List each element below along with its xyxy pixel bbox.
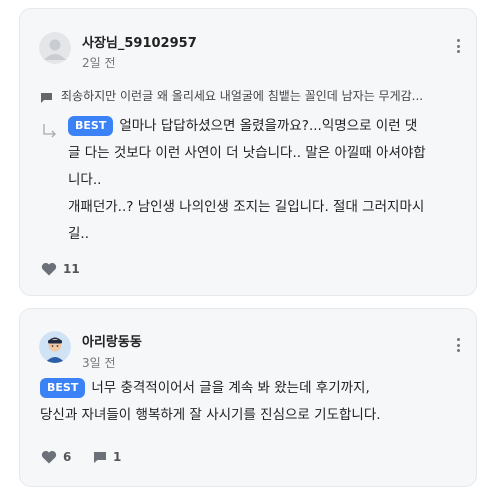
like-button[interactable]: 6: [41, 450, 71, 464]
comment-icon: [94, 451, 106, 463]
avatar[interactable]: [39, 32, 71, 64]
like-button[interactable]: 11: [41, 262, 80, 276]
comment-card: 사장님_59102957 2일 전 죄송하지만 이런글 왜 올리세요 내얼굴에 …: [19, 8, 477, 296]
reply-count: 1: [113, 450, 122, 464]
more-options-icon[interactable]: [452, 36, 464, 56]
comment-text: 너무 충격적이어서 글을 계속 봐 왔는데 후기까지,: [91, 380, 370, 396]
comment-author[interactable]: 사장님_59102957: [82, 32, 197, 51]
like-count: 6: [63, 450, 72, 464]
reply-arrow-icon: [42, 123, 58, 143]
comment-line: 니다..: [68, 172, 102, 188]
comment-card: 아리랑동동 3일 전 BEST 너무 충격적이어서 글을 계속 봐 왔는데 후기까…: [19, 308, 477, 487]
comment-line: BEST 얼마나 답답하셨으면 올렸을까요?...익명으로 이런 댓: [68, 113, 460, 140]
quoted-comment[interactable]: 죄송하지만 이런글 왜 올리세요 내얼굴에 침뱉는 꼴인데 남자는 무게감...: [61, 87, 461, 104]
best-badge: BEST: [68, 116, 114, 136]
best-badge: BEST: [40, 378, 86, 398]
comment-body: BEST 너무 충격적이어서 글을 계속 봐 왔는데 후기까지, 당신과 자녀들이…: [40, 375, 460, 429]
avatar[interactable]: [39, 331, 71, 363]
comment-line: 개패던가..? 남인생 나의인생 조지는 길입니다. 절대 그러지마시: [68, 199, 425, 215]
comment-author[interactable]: 아리랑동동: [82, 331, 142, 350]
comment-time: 2일 전: [82, 56, 116, 70]
comment-line: 길..: [68, 226, 90, 242]
comment-time: 3일 전: [82, 356, 116, 370]
more-options-icon[interactable]: [452, 335, 464, 355]
heart-icon: [41, 262, 57, 276]
reply-button[interactable]: 1: [93, 450, 121, 464]
like-count: 11: [63, 262, 80, 276]
comment-line: 글 다는 것보다 이런 사연이 더 낫습니다.. 말은 아낄때 아셔야합: [68, 145, 426, 161]
comment-text: 얼마나 답답하셨으면 올렸을까요?...익명으로 이런 댓: [119, 118, 418, 134]
heart-icon: [41, 450, 57, 464]
comment-line: BEST 너무 충격적이어서 글을 계속 봐 왔는데 후기까지,: [40, 375, 460, 402]
comment-body: BEST 얼마나 답답하셨으면 올렸을까요?...익명으로 이런 댓 글 다는 것…: [68, 113, 460, 248]
comment-icon: [40, 89, 53, 108]
comment-line: 당신과 자녀들이 행복하게 잘 사시기를 진심으로 기도합니다.: [40, 407, 381, 423]
